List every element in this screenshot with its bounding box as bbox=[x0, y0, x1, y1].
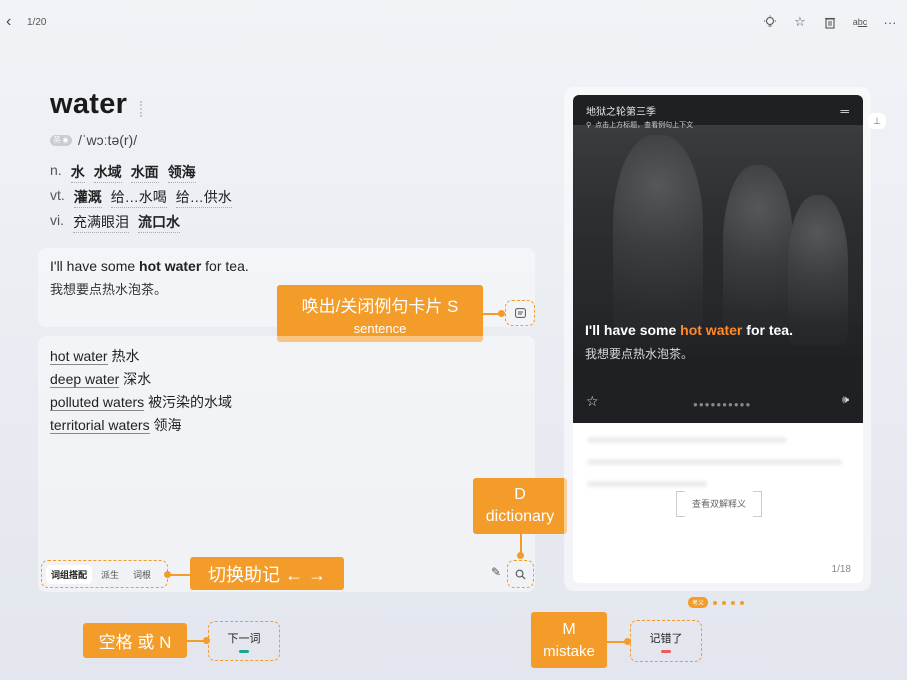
phrase-item[interactable]: territorial waters 领海 bbox=[50, 415, 181, 435]
bilingual-link[interactable]: 查看双解释义 bbox=[676, 491, 762, 517]
trash-icon[interactable] bbox=[821, 13, 839, 31]
meaning[interactable]: 给…供水 bbox=[175, 187, 232, 208]
phrase-item[interactable]: deep water 深水 bbox=[50, 369, 151, 389]
speaker-icon[interactable]: 🕪 bbox=[842, 394, 849, 407]
tab-collocations[interactable]: 词组搭配 bbox=[46, 564, 93, 584]
video-frame[interactable]: 地狱之轮第三季 ⚲ 点击上方标题，查看例句上下文 ═ I'll have some… bbox=[573, 95, 863, 423]
mistake-button[interactable]: 记错了 bbox=[630, 620, 702, 662]
search-icon bbox=[515, 569, 526, 579]
menu-icon[interactable]: ═ bbox=[840, 104, 849, 118]
more-icon[interactable]: ··· bbox=[881, 13, 899, 31]
meaning[interactable]: 给…水喝 bbox=[110, 187, 167, 208]
meaning[interactable]: 领海 bbox=[167, 162, 196, 183]
card-pager[interactable]: 考义 bbox=[688, 597, 745, 608]
meaning[interactable]: 灌溉 bbox=[73, 187, 102, 208]
phrase-item[interactable]: hot water 热水 bbox=[50, 346, 139, 366]
pencil-icon[interactable]: ✎ bbox=[491, 565, 501, 579]
word-title: water bbox=[50, 88, 128, 120]
video-sentence-en: I'll have some hot water for tea. bbox=[585, 322, 793, 338]
progress-counter: 1/20 bbox=[27, 17, 47, 28]
video-subtitle: ⚲ 点击上方标题，查看例句上下文 bbox=[586, 122, 694, 129]
bilingual-panel: 查看双解释义 1/18 bbox=[573, 423, 863, 583]
switch-hint-label: 切换助记 ← → bbox=[190, 557, 344, 590]
mnemonic-tabs: 词组搭配 派生 词根 bbox=[41, 560, 168, 588]
dictionary-search-button[interactable] bbox=[507, 560, 534, 588]
meaning[interactable]: 水 bbox=[70, 162, 85, 183]
toolbar: ☆ a bc ··· bbox=[761, 13, 899, 31]
star-icon[interactable]: ☆ bbox=[586, 393, 599, 410]
back-icon[interactable]: ‹ bbox=[6, 14, 20, 30]
phonetic-text: /ˈwɔːtə(r)/ bbox=[78, 132, 138, 148]
tab-roots[interactable]: 词根 bbox=[128, 565, 156, 584]
video-title[interactable]: 地狱之轮第三季 bbox=[586, 103, 656, 118]
next-word-button[interactable]: 下一词 bbox=[208, 621, 280, 661]
spellcheck-icon[interactable]: a bc bbox=[851, 13, 869, 31]
sentence-card-toggle[interactable] bbox=[505, 300, 535, 326]
example-counter: 1/18 bbox=[831, 564, 851, 575]
speaker-icon[interactable]: 英 ◉ bbox=[50, 134, 72, 146]
meaning[interactable]: 水域 bbox=[93, 162, 122, 183]
definition-row: n. 水 水域 水面 领海 bbox=[50, 162, 196, 183]
next-hint-label: 空格 或 N bbox=[83, 623, 187, 658]
definition-row: vi. 充满眼泪 流口水 bbox=[50, 212, 180, 233]
dictionary-hint-label: D dictionary bbox=[473, 478, 567, 534]
tab-derivatives[interactable]: 派生 bbox=[96, 565, 124, 584]
carousel-dots[interactable]: ●●●●●●●●●● bbox=[693, 400, 751, 409]
meaning[interactable]: 水面 bbox=[130, 162, 159, 183]
example-sentence-cn: 我想要点热水泡茶。 bbox=[50, 282, 168, 297]
card-icon bbox=[514, 308, 526, 318]
star-icon[interactable]: ☆ bbox=[791, 13, 809, 31]
location-icon: ⚲ bbox=[586, 122, 592, 129]
sentence-hint-label: 唤出/关闭例句卡片 S sentence bbox=[277, 285, 483, 342]
phonetic-row: 英 ◉ /ˈwɔːtə(r)/ bbox=[50, 132, 137, 148]
mistake-hint-label: M mistake bbox=[531, 612, 607, 668]
definition-row: vt. 灌溉 给…水喝 给…供水 bbox=[50, 187, 232, 208]
lightbulb-icon[interactable] bbox=[761, 13, 779, 31]
meaning[interactable]: 流口水 bbox=[138, 212, 180, 233]
drag-handle[interactable] bbox=[140, 101, 144, 117]
pin-icon[interactable]: ⊥ bbox=[868, 113, 886, 129]
meaning[interactable]: 充满眼泪 bbox=[73, 212, 129, 233]
example-sentence-en: I'll have some hot water for tea. bbox=[50, 258, 249, 274]
phrase-item[interactable]: polluted waters 被污染的水域 bbox=[50, 392, 232, 412]
video-sentence-cn: 我想要点热水泡茶。 bbox=[585, 347, 694, 361]
